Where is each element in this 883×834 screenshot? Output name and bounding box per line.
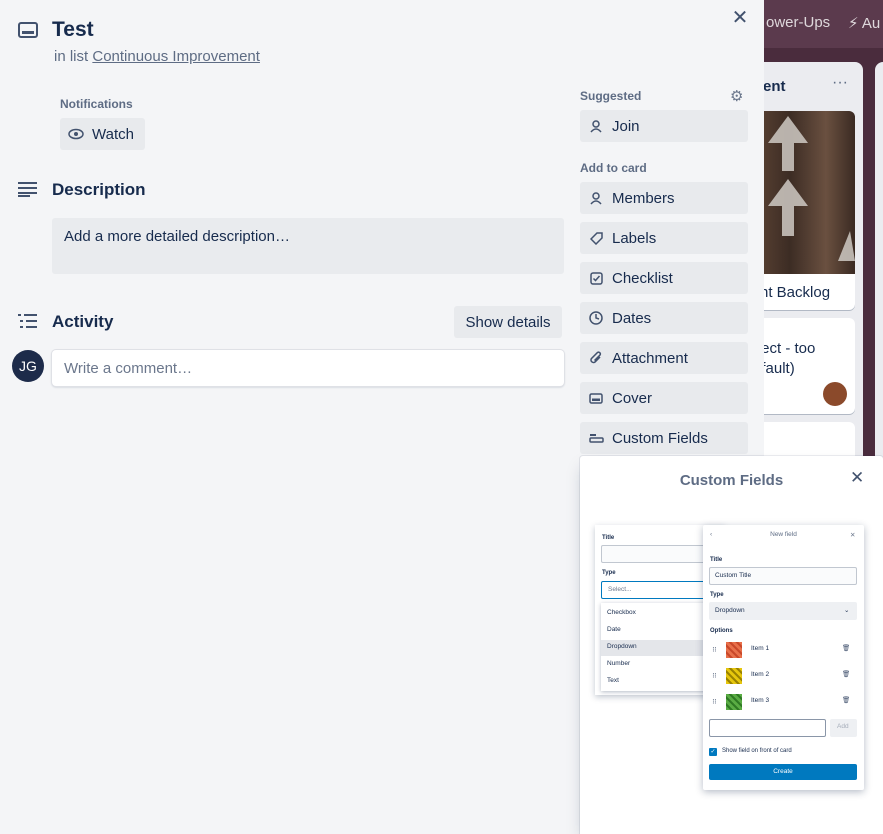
comment-input[interactable] — [52, 350, 564, 386]
power-ups-button[interactable]: ower-Ups — [766, 14, 830, 31]
tag-icon — [588, 230, 604, 246]
card-title-line: fect - too — [757, 340, 816, 357]
preview-type-select: Select... — [601, 581, 719, 599]
preview-item-label: Item 3 — [751, 697, 770, 704]
activity-heading: Activity — [52, 312, 114, 331]
preview-type-label: Type — [710, 592, 724, 598]
eye-icon — [68, 126, 84, 142]
chevron-down-icon: ⌄ — [844, 607, 850, 614]
preview-item-color — [726, 694, 742, 710]
drag-handle-icon: ⠿ — [712, 647, 717, 654]
preview-title-input: Custom Title — [709, 567, 857, 585]
preview-item-color — [726, 642, 742, 658]
paperclip-icon — [588, 350, 604, 366]
checklist-label: Checklist — [612, 269, 673, 287]
preview-type-value: Dropdown — [715, 607, 745, 614]
dates-button[interactable]: Dates — [580, 302, 748, 334]
person-icon — [588, 118, 604, 134]
close-icon[interactable]: ✕ — [850, 468, 864, 488]
member-avatar — [823, 382, 847, 406]
description-editor[interactable]: Add a more detailed description… — [52, 218, 564, 274]
drag-handle-icon: ⠿ — [712, 673, 717, 680]
popover-title: Custom Fields — [679, 472, 784, 489]
automation-button[interactable]: ⚡ Au — [848, 14, 880, 32]
in-list-text: in list Continuous Improvement — [54, 48, 260, 65]
preview-option: Text — [607, 677, 619, 684]
watch-button[interactable]: Watch — [60, 118, 145, 150]
custom-fields-icon — [588, 430, 604, 446]
trash-icon: 🗑 — [842, 671, 851, 678]
list-menu-icon[interactable]: ··· — [832, 74, 848, 92]
show-details-button[interactable]: Show details — [454, 306, 562, 338]
labels-label: Labels — [612, 229, 657, 247]
attachment-button[interactable]: Attachment — [580, 342, 748, 374]
in-list-prefix: in list — [54, 48, 89, 65]
dates-label: Dates — [612, 309, 652, 327]
checkbox-icon: ✓ — [709, 748, 717, 756]
members-button[interactable]: Members — [580, 182, 748, 214]
cover-button[interactable]: Cover — [580, 382, 748, 414]
preview-item-color — [726, 668, 742, 684]
clock-icon — [588, 310, 604, 326]
preview-header: New field — [770, 531, 797, 538]
automation-label: Au — [861, 15, 881, 32]
preview-option: Date — [607, 626, 621, 633]
preview-option: Dropdown — [607, 643, 637, 650]
members-label: Members — [612, 189, 675, 207]
preview-create-label: Create — [773, 768, 793, 775]
gear-icon[interactable]: ⚙ — [730, 87, 743, 105]
preview-title-label: Title — [710, 557, 723, 563]
custom-fields-button[interactable]: Custom Fields — [580, 422, 748, 454]
list-header: ent — [763, 78, 786, 95]
join-label: Join — [612, 117, 640, 135]
preview-add-label: Add — [837, 723, 849, 730]
card-icon — [18, 22, 38, 38]
description-icon — [18, 182, 37, 197]
preview-type-dropdown: Checkbox Date Dropdown Number Text — [601, 603, 719, 691]
preview-option: Number — [607, 660, 631, 667]
activity-icon — [18, 314, 37, 328]
drag-handle-icon: ⠿ — [712, 699, 717, 706]
preview-create-button: Create — [709, 764, 857, 780]
preview-new-field-panel: ‹ New field ✕ Title Custom Title Type Dr… — [703, 525, 864, 790]
preview-new-option-input — [709, 719, 826, 737]
avatar[interactable]: JG — [12, 350, 44, 382]
custom-fields-label: Custom Fields — [612, 429, 708, 447]
preview-item-label: Item 1 — [751, 645, 770, 652]
join-button[interactable]: Join — [580, 110, 748, 142]
watch-label: Watch — [92, 125, 134, 143]
preview-title-label: Title — [602, 535, 615, 541]
card-title[interactable]: Test — [52, 18, 94, 42]
suggested-label: Suggested — [580, 89, 642, 103]
preview-item-label: Item 2 — [751, 671, 770, 678]
checklist-icon — [588, 270, 604, 286]
trash-icon: 🗑 — [842, 645, 851, 652]
card-title: nt Backlog — [760, 284, 831, 301]
labels-button[interactable]: Labels — [580, 222, 748, 254]
preview-show-front-label: Show field on front of card — [722, 748, 792, 754]
add-to-card-label: Add to card — [580, 161, 647, 175]
preview-type-label: Type — [602, 570, 616, 576]
cover-label: Cover — [612, 389, 653, 407]
list-link[interactable]: Continuous Improvement — [92, 48, 260, 65]
attachment-label: Attachment — [612, 349, 688, 367]
person-icon — [588, 190, 604, 206]
preview-option: Checkbox — [607, 609, 636, 616]
preview-title-value: Custom Title — [715, 572, 752, 579]
trash-icon: 🗑 — [842, 697, 851, 704]
close-icon[interactable]: ✕ — [728, 6, 752, 30]
preview-title-input — [601, 545, 719, 563]
description-heading: Description — [52, 180, 146, 199]
checklist-button[interactable]: Checklist — [580, 262, 748, 294]
preview-type-select: Dropdown ⌄ — [709, 602, 857, 620]
cover-icon — [588, 390, 604, 406]
close-icon: ✕ — [850, 532, 856, 539]
preview-select-placeholder: Select... — [608, 586, 632, 593]
preview-options-label: Options — [710, 628, 733, 634]
preview-add-button: Add — [830, 719, 857, 737]
notifications-label: Notifications — [60, 97, 133, 111]
